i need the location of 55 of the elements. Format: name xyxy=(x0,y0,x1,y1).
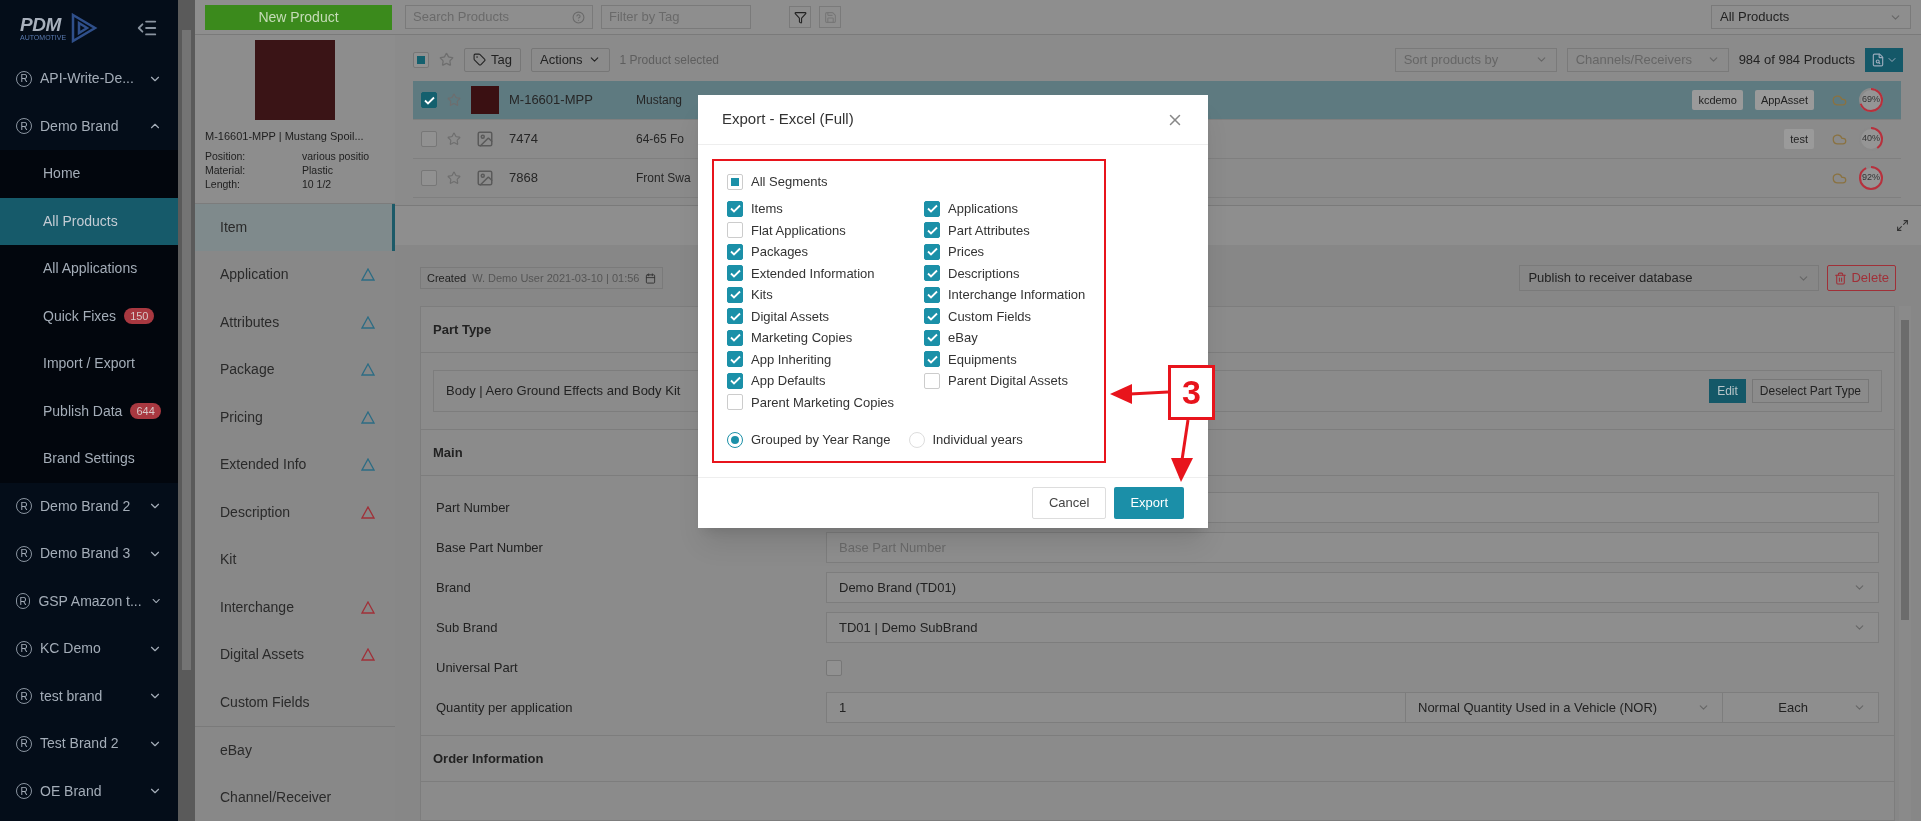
checkbox-label: Descriptions xyxy=(948,264,1020,283)
product-tag: AppAsset xyxy=(1754,90,1814,110)
checkbox-label: eBay xyxy=(948,329,978,347)
checkbox-label: Marketing Copies xyxy=(751,329,853,347)
checkbox-label: Part Attributes xyxy=(948,221,1030,240)
attribute-label: Position: xyxy=(205,149,247,163)
product-title: M-16601-MPP | Mustang Spoil... xyxy=(204,129,365,144)
completeness-text: 69% xyxy=(1862,93,1880,107)
field-label: Universal Part xyxy=(436,658,519,677)
checkbox-label: App Defaults xyxy=(751,372,826,390)
section-title: Order Information xyxy=(421,736,1894,782)
checkbox-label: Interchange Information xyxy=(948,286,1086,304)
product-tag: test xyxy=(1784,129,1814,149)
part-number: 7474 xyxy=(509,130,539,149)
checkbox-label: Applications xyxy=(948,200,1019,218)
product-tag: kcdemo xyxy=(1692,90,1743,110)
field-label: Brand xyxy=(436,578,472,597)
radio-label: Grouped by Year Range xyxy=(751,431,891,450)
radio-label: Individual years xyxy=(932,431,1023,450)
field-label: Sub Brand xyxy=(436,618,499,637)
checkbox-label: Extended Information xyxy=(751,264,875,283)
dialog-title: Export - Excel (Full) xyxy=(722,109,854,130)
attribute-value: various positio xyxy=(302,149,370,163)
count-badge: 644 xyxy=(130,403,161,420)
attribute-value: 10 1/2 xyxy=(302,177,332,191)
count-badge: 150 xyxy=(124,308,155,325)
checkbox-label: Parent Marketing Copies xyxy=(751,393,895,412)
part-type-value: Body | Aero Ground Effects and Body Kit xyxy=(446,382,681,401)
attribute-label: Length: xyxy=(205,177,242,191)
product-description: Front Swa xyxy=(636,170,691,187)
product-description: Mustang xyxy=(636,92,683,109)
checkbox-label: Flat Applications xyxy=(751,221,846,240)
completeness-text: 40% xyxy=(1862,132,1880,146)
field-label: Part Number xyxy=(436,498,511,517)
checkbox-label: All Segments xyxy=(751,173,828,192)
product-count: 984 of 984 Products xyxy=(1738,50,1855,69)
checkbox-label: App Inheriting xyxy=(751,350,832,369)
checkbox-label: Digital Assets xyxy=(751,307,830,326)
created-label: Created xyxy=(427,270,467,286)
checkbox-label: Prices xyxy=(948,243,985,261)
completeness-text: 92% xyxy=(1862,171,1880,185)
part-number: M-16601-MPP xyxy=(509,91,594,110)
step-number-callout: 3 xyxy=(1168,365,1215,420)
product-description: 64-65 Fo xyxy=(636,131,685,148)
checkbox-label: Kits xyxy=(751,286,773,304)
field-label: Base Part Number xyxy=(436,538,544,557)
checkbox-label: Packages xyxy=(751,243,809,261)
checkbox-label: Equipments xyxy=(948,350,1017,369)
checkbox-label: Parent Digital Assets xyxy=(948,372,1068,390)
attribute-label: Material: xyxy=(205,163,247,177)
attribute-value: Plastic xyxy=(302,163,333,177)
part-number: 7868 xyxy=(509,169,539,188)
checkbox-label: Items xyxy=(751,200,783,218)
checkbox-label: Custom Fields xyxy=(948,307,1032,326)
field-label: Quantity per application xyxy=(436,698,574,717)
